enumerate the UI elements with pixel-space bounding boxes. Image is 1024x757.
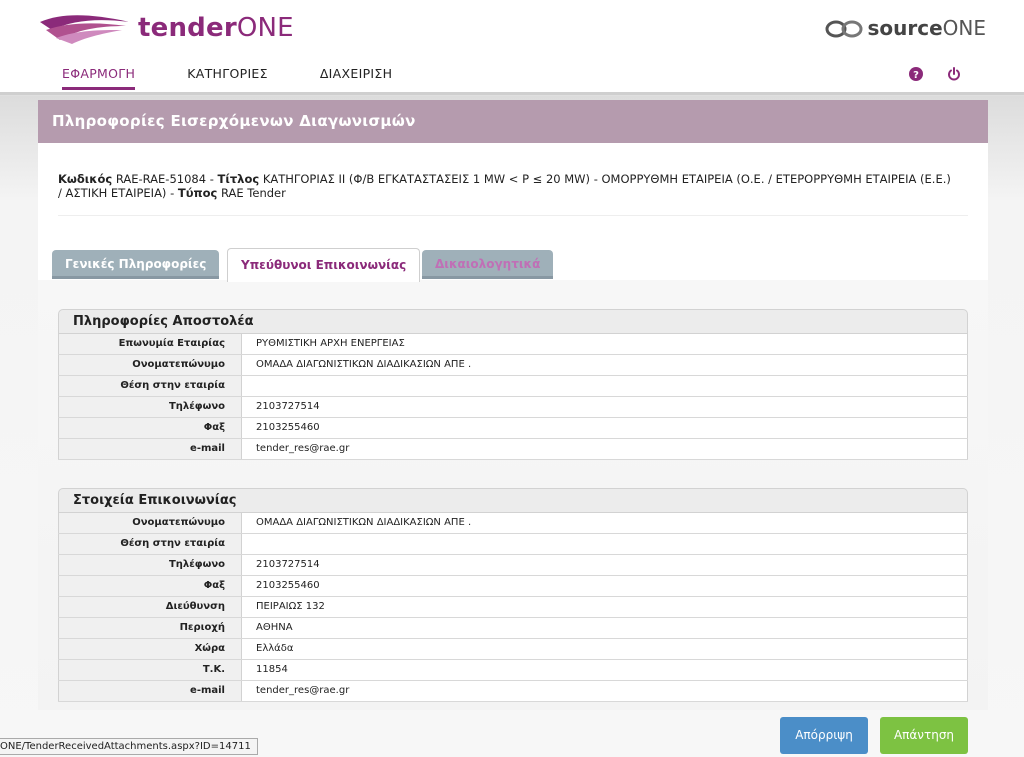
field-value (242, 534, 968, 554)
tab-contacts[interactable]: Υπεύθυνοι Επικοινωνίας (227, 248, 421, 282)
main-nav: ΕΦΑΡΜΟΓΗ ΚΑΤΗΓΟΡΙΕΣ ΔΙΑΧΕΙΡΙΣΗ (62, 66, 444, 90)
nav-item-categories[interactable]: ΚΑΤΗΓΟΡΙΕΣ (187, 66, 268, 90)
header-divider (0, 92, 1024, 95)
contact-section-title: Στοιχεία Επικοινωνίας (58, 488, 968, 513)
tenderone-logo[interactable]: tenderONE (38, 12, 294, 44)
field-label: Φαξ (58, 576, 242, 596)
table-row: Περιοχή ΑΘΗΝΑ (58, 618, 968, 639)
table-row: Τηλέφωνο 2103727514 (58, 555, 968, 576)
code-label: Κωδικός (58, 172, 113, 186)
field-value: 2103727514 (242, 397, 968, 417)
tab-bar: Γενικές Πληροφορίες Υπεύθυνοι Επικοινωνί… (38, 240, 988, 282)
status-bar-url: ONE/TenderReceivedAttachments.aspx?ID=14… (0, 738, 258, 755)
field-label: Τ.Κ. (58, 660, 242, 680)
sourceone-logo: sourceONE (825, 16, 986, 40)
table-row: e-mail tender_res@rae.gr (58, 681, 968, 702)
field-value: tender_res@rae.gr (242, 439, 968, 459)
table-row: Φαξ 2103255460 (58, 576, 968, 597)
table-row: Χώρα Ελλάδα (58, 639, 968, 660)
tender-summary: Κωδικός RAE-RAE-51084 - Τίτλος ΚΑΤΗΓΟΡΙΑ… (58, 172, 958, 200)
brand2-text-light: ONE (942, 16, 986, 40)
svg-text:?: ? (913, 70, 919, 81)
field-label: e-mail (58, 439, 242, 459)
field-value: ΠΕΙΡΑΙΩΣ 132 (242, 597, 968, 617)
field-label: Τηλέφωνο (58, 397, 242, 417)
table-row: Θέση στην εταιρία (58, 534, 968, 555)
contact-info-section: Στοιχεία Επικοινωνίας Ονοματεπώνυμο ΟΜΑΔ… (58, 488, 968, 702)
field-value: tender_res@rae.gr (242, 681, 968, 701)
field-label: Θέση στην εταιρία (58, 376, 242, 396)
field-value (242, 376, 968, 396)
reject-button[interactable]: Απόρριψη (780, 717, 868, 754)
tab-general-info[interactable]: Γενικές Πληροφορίες (52, 250, 220, 279)
help-icon[interactable]: ? (908, 66, 924, 82)
brand2-text-bold: source (867, 16, 943, 40)
answer-button[interactable]: Απάντηση (880, 717, 968, 754)
panel-title: Πληροφορίες Εισερχόμενων Διαγωνισμών (38, 100, 988, 143)
field-value: 2103255460 (242, 576, 968, 596)
field-label: Ονοματεπώνυμο (58, 355, 242, 375)
table-row: Φαξ 2103255460 (58, 418, 968, 439)
summary-divider (58, 215, 968, 216)
field-value: ΑΘΗΝΑ (242, 618, 968, 638)
field-value: Ελλάδα (242, 639, 968, 659)
field-value: ΟΜΑΔΑ ΔΙΑΓΩΝΙΣΤΙΚΩΝ ΔΙΑΔΙΚΑΣΙΩΝ ΑΠΕ . (242, 355, 968, 375)
title-label: Τίτλος (217, 172, 260, 186)
nav-icons: ? (908, 66, 962, 82)
field-value: ΡΥΘΜΙΣΤΙΚΗ ΑΡΧΗ ΕΝΕΡΓΕΙΑΣ (242, 334, 968, 354)
table-row: Επωνυμία Εταιρίας ΡΥΘΜΙΣΤΙΚΗ ΑΡΧΗ ΕΝΕΡΓΕ… (58, 334, 968, 355)
nav-item-management[interactable]: ΔΙΑΧΕΙΡΙΣΗ (320, 66, 392, 90)
field-label: Ονοματεπώνυμο (58, 513, 242, 533)
table-row: Θέση στην εταιρία (58, 376, 968, 397)
table-row: Ονοματεπώνυμο ΟΜΑΔΑ ΔΙΑΓΩΝΙΣΤΙΚΩΝ ΔΙΑΔΙΚ… (58, 355, 968, 376)
tender-info-panel: Πληροφορίες Εισερχόμενων Διαγωνισμών Κωδ… (38, 100, 988, 710)
type-value: RAE Tender (220, 186, 286, 200)
field-label: e-mail (58, 681, 242, 701)
power-icon[interactable] (946, 66, 962, 82)
field-value: 2103727514 (242, 555, 968, 575)
sender-section-title: Πληροφορίες Αποστολέα (58, 309, 968, 334)
field-label: Χώρα (58, 639, 242, 659)
logo-text-light: ONE (236, 13, 294, 43)
field-value: 2103255460 (242, 418, 968, 438)
field-value: ΟΜΑΔΑ ΔΙΑΓΩΝΙΣΤΙΚΩΝ ΔΙΑΔΙΚΑΣΙΩΝ ΑΠΕ . (242, 513, 968, 533)
field-label: Φαξ (58, 418, 242, 438)
field-label: Θέση στην εταιρία (58, 534, 242, 554)
type-label: Τύπος (177, 186, 218, 200)
table-row: Διεύθυνση ΠΕΙΡΑΙΩΣ 132 (58, 597, 968, 618)
field-label: Επωνυμία Εταιρίας (58, 334, 242, 354)
sourceone-infinity-icon (825, 20, 863, 38)
field-label: Τηλέφωνο (58, 555, 242, 575)
sender-info-section: Πληροφορίες Αποστολέα Επωνυμία Εταιρίας … (58, 309, 968, 460)
logo-text-bold: tender (138, 13, 237, 43)
tab-documents[interactable]: Δικαιολογητικά (422, 250, 554, 279)
field-label: Διεύθυνση (58, 597, 242, 617)
app-header: tenderONE sourceONE ΕΦΑΡΜΟΓΗ ΚΑΤΗΓΟΡΙΕΣ … (0, 0, 1024, 92)
tenderone-swoosh-icon (40, 15, 130, 44)
nav-item-application[interactable]: ΕΦΑΡΜΟΓΗ (62, 66, 136, 90)
table-row: e-mail tender_res@rae.gr (58, 439, 968, 460)
table-row: Ονοματεπώνυμο ΟΜΑΔΑ ΔΙΑΓΩΝΙΣΤΙΚΩΝ ΔΙΑΔΙΚ… (58, 513, 968, 534)
field-value: 11854 (242, 660, 968, 680)
field-label: Περιοχή (58, 618, 242, 638)
table-row: Τηλέφωνο 2103727514 (58, 397, 968, 418)
table-row: Τ.Κ. 11854 (58, 660, 968, 681)
code-value: RAE-RAE-51084 - (115, 172, 214, 186)
